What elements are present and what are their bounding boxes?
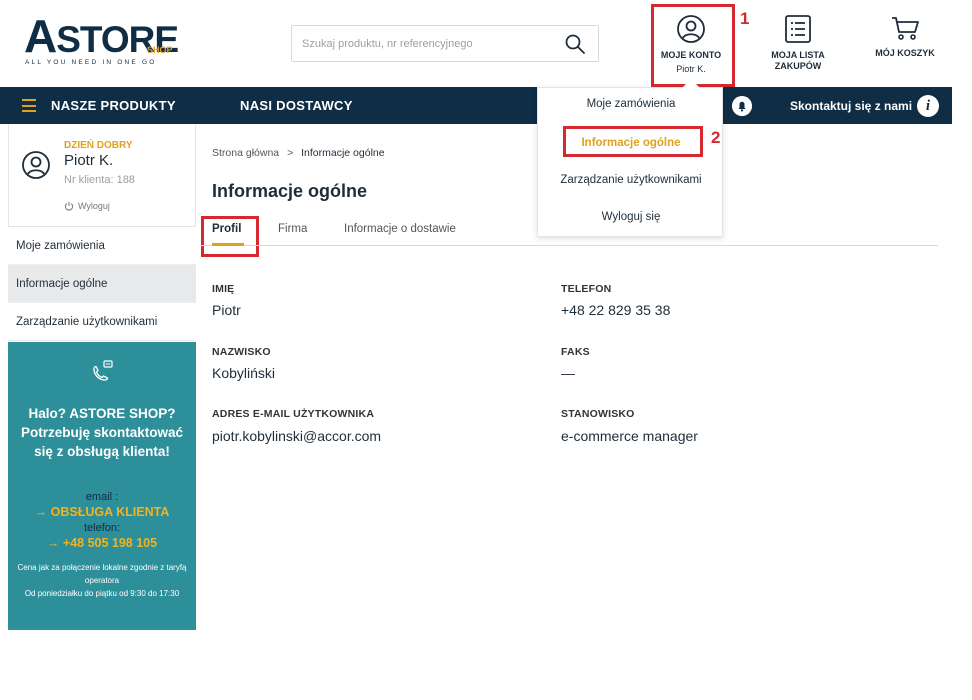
tabs-divider — [200, 245, 938, 246]
support-email-link[interactable]: → OBSŁUGA KLIENTA — [8, 505, 196, 519]
arrow-right-icon: → — [46, 536, 63, 550]
arrow-right-icon: → — [34, 505, 51, 519]
nav-our-products[interactable]: NASZE PRODUKTY — [51, 98, 176, 113]
shopping-list-button[interactable]: MOJA LISTA ZAKUPÓW — [762, 14, 834, 72]
breadcrumb-home[interactable]: Strona główna — [212, 147, 279, 159]
phone-value: +48 22 829 35 38 — [561, 302, 671, 318]
customer-support-panel: Halo? ASTORE SHOP? Potrzebuję skontaktow… — [8, 342, 196, 630]
site-header: ASTORE SHOP ALL YOU NEED IN ONE GO MOJE … — [0, 0, 972, 87]
power-icon[interactable] — [64, 201, 74, 211]
breadcrumb-current: Informacje ogólne — [301, 147, 385, 159]
search-input[interactable] — [302, 34, 552, 54]
tab-company[interactable]: Firma — [278, 223, 307, 235]
logout-link[interactable]: Wyloguj — [78, 201, 110, 211]
shopping-list-label: MOJA LISTA ZAKUPÓW — [771, 50, 825, 71]
annotation-step-2: 2 — [711, 128, 721, 147]
tab-profile[interactable]: Profil — [212, 223, 241, 235]
dropdown-item-my-orders[interactable]: Moje zamówienia — [538, 98, 724, 110]
main-nav: NASZE PRODUKTY NASI DOSTAWCY Skontaktuj … — [0, 87, 952, 124]
user-greeting-card: DZIEŃ DOBRY Piotr K. Nr klienta: 188 Wyl… — [8, 124, 196, 227]
sidebar-item-user-management[interactable]: Zarządzanie użytkownikami — [8, 303, 196, 341]
info-icon[interactable]: i — [917, 95, 939, 117]
support-phone-link[interactable]: → +48 505 198 105 — [8, 536, 196, 550]
astore-logo[interactable]: ASTORE SHOP ALL YOU NEED IN ONE GO — [24, 13, 184, 70]
search-icon[interactable] — [564, 33, 586, 55]
fax-value: — — [561, 365, 575, 381]
last-name-value: Kobyliński — [212, 365, 276, 381]
dropdown-item-logout[interactable]: Wyloguj się — [538, 211, 724, 223]
user-name: Piotr K. — [64, 152, 114, 169]
bell-icon[interactable] — [732, 96, 752, 116]
position-label: STANOWISKO — [561, 408, 635, 420]
email-label: ADRES E-MAIL UŻYTKOWNIKA — [212, 408, 375, 420]
phone-label: TELEFON — [561, 283, 612, 295]
greeting-text: DZIEŃ DOBRY — [64, 140, 133, 151]
page-title: Informacje ogólne — [212, 181, 368, 201]
support-title: Halo? ASTORE SHOP? Potrzebuję skontaktow… — [20, 406, 184, 459]
hamburger-menu-icon[interactable] — [22, 99, 36, 112]
list-icon — [785, 15, 811, 43]
logo-tagline: ALL YOU NEED IN ONE GO — [25, 59, 157, 66]
cart-button[interactable]: MÓJ KOSZYK — [870, 14, 940, 59]
active-tab-indicator — [212, 243, 244, 246]
account-dropdown-menu: Moje zamówienia Informacje ogólne Zarząd… — [537, 87, 723, 237]
tab-delivery-info[interactable]: Informacje o dostawie — [344, 223, 456, 235]
support-note: Cena jak za połączenie lokalne zgodnie z… — [17, 563, 187, 598]
sidebar-item-my-orders[interactable]: Moje zamówienia — [8, 227, 196, 265]
nav-our-suppliers[interactable]: NASI DOSTAWCY — [240, 98, 353, 113]
breadcrumb-separator: > — [287, 147, 294, 159]
user-circle-icon — [22, 151, 50, 179]
annotation-box-account — [651, 4, 735, 87]
phone-chat-icon — [93, 360, 113, 381]
first-name-label: IMIĘ — [212, 283, 235, 295]
annotation-box-general-info — [563, 126, 703, 157]
last-name-label: NAZWISKO — [212, 346, 271, 358]
contact-us-link[interactable]: Skontaktuj się z nami — [790, 99, 912, 113]
email-value: piotr.kobylinski@accor.com — [212, 428, 382, 444]
cart-icon — [892, 17, 919, 40]
client-number: Nr klienta: 188 — [64, 174, 135, 186]
fax-label: FAKS — [561, 346, 590, 358]
dropdown-item-user-management[interactable]: Zarządzanie użytkownikami — [538, 174, 724, 186]
support-email-label: email : — [85, 491, 119, 503]
search-box[interactable] — [291, 25, 599, 62]
logo-shop: SHOP — [147, 45, 173, 55]
support-phone-label: telefon: — [83, 522, 121, 534]
cart-label: MÓJ KOSZYK — [875, 48, 935, 58]
first-name-value: Piotr — [212, 302, 241, 318]
breadcrumb: Strona główna > Informacje ogólne — [212, 147, 385, 159]
sidebar-item-general-info[interactable]: Informacje ogólne — [8, 265, 196, 303]
annotation-step-1: 1 — [740, 9, 750, 28]
dropdown-arrow — [682, 79, 700, 88]
position-value: e-commerce manager — [561, 428, 698, 444]
